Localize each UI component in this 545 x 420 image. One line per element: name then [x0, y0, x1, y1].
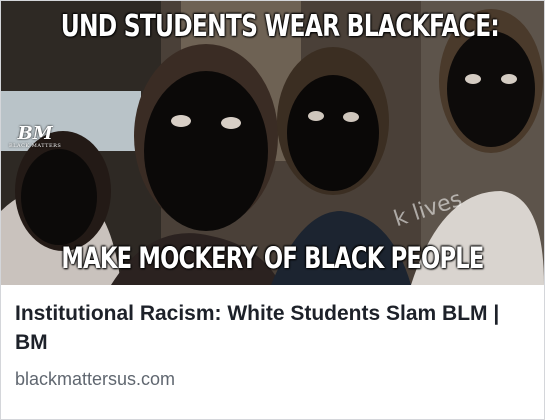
- image-headline-bottom: MAKE MOCKERY OF BLACK PEOPLE: [61, 241, 484, 275]
- link-domain[interactable]: blackmattersus.com: [15, 369, 530, 390]
- preview-body: Institutional Racism: White Students Sla…: [1, 285, 544, 390]
- image-headline-top: UND STUDENTS WEAR BLACKFACE:: [60, 9, 500, 44]
- bm-logo: BM BLACK MATTERS: [9, 123, 62, 150]
- preview-image[interactable]: UND STUDENTS WEAR BLACKFACE: MAKE MOCKER…: [1, 1, 544, 285]
- link-title[interactable]: Institutional Racism: White Students Sla…: [15, 299, 530, 357]
- logo-mark: BM: [17, 123, 53, 144]
- logo-subtext: BLACK MATTERS: [9, 143, 62, 149]
- link-preview-card[interactable]: UND STUDENTS WEAR BLACKFACE: MAKE MOCKER…: [0, 0, 545, 420]
